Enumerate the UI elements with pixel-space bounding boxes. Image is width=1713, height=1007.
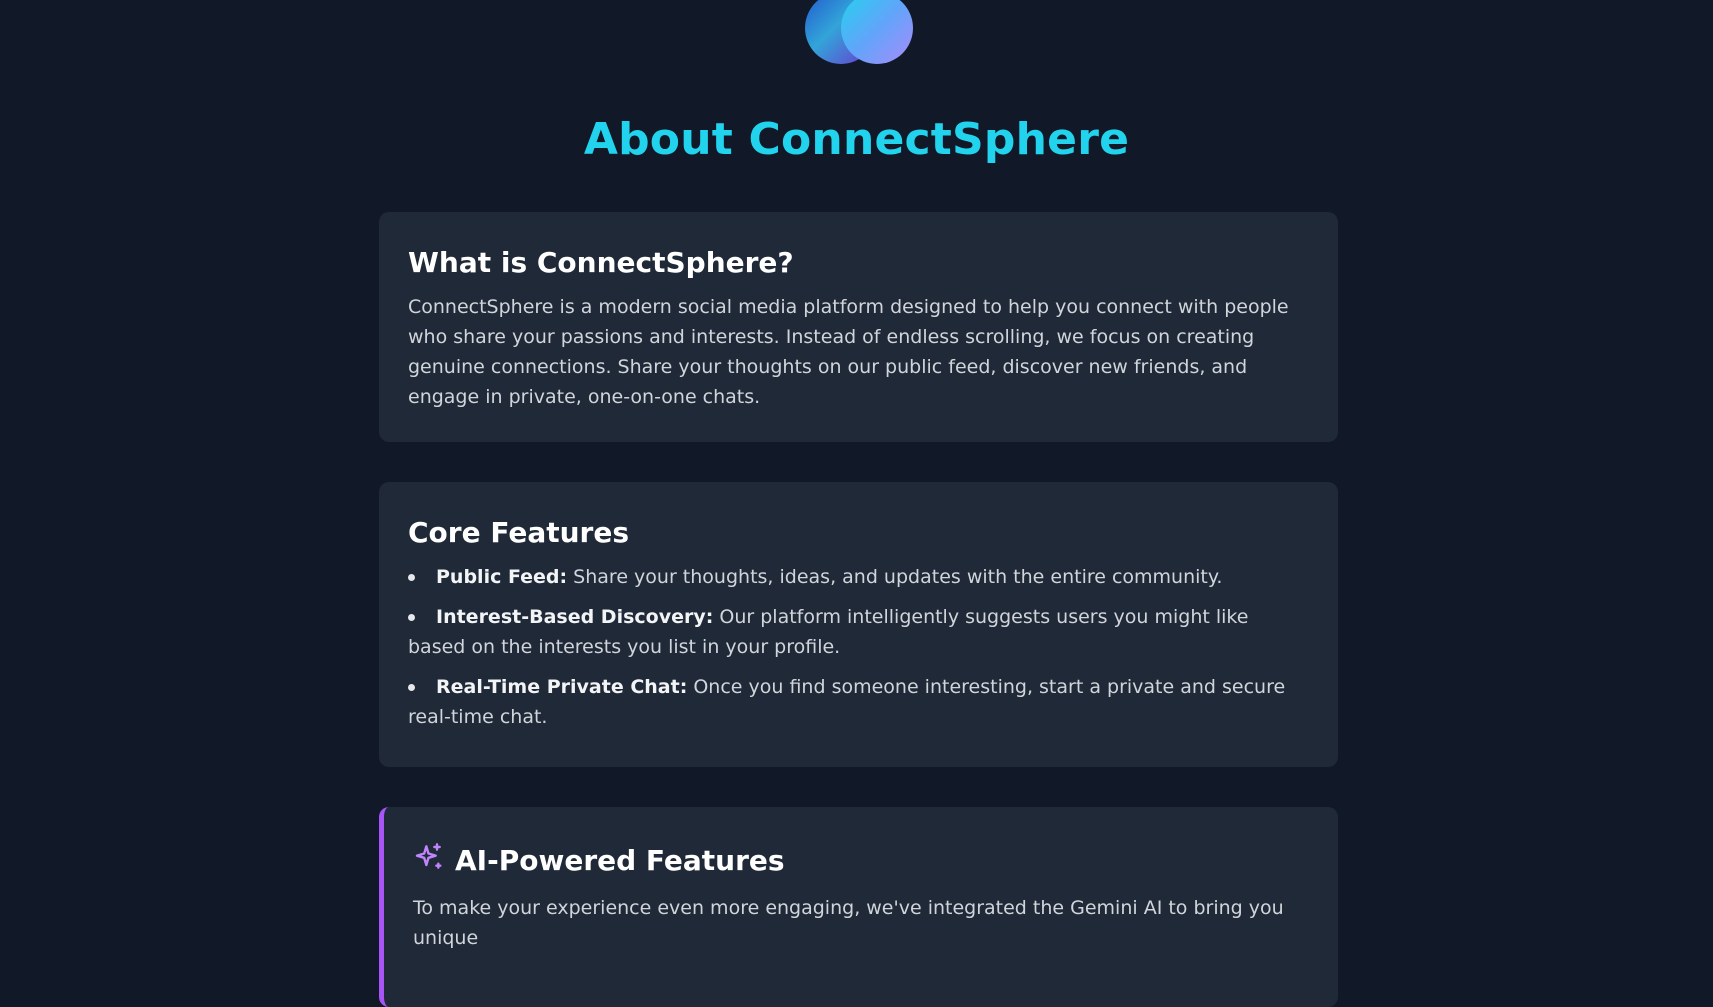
logo-circle-right (841, 0, 913, 64)
feature-item-public-feed: Public Feed: Share your thoughts, ideas,… (408, 562, 1309, 592)
feature-label: Public Feed: (436, 566, 568, 588)
ai-features-card: AI-Powered Features To make your experie… (379, 807, 1338, 1007)
sparkles-icon (413, 841, 445, 881)
what-is-card: What is ConnectSphere? ConnectSphere is … (379, 212, 1338, 442)
ai-features-title: AI-Powered Features (413, 841, 1309, 881)
feature-label: Interest-Based Discovery: (436, 606, 714, 628)
feature-label: Real-Time Private Chat: (436, 676, 688, 698)
feature-item-private-chat: Real-Time Private Chat: Once you find so… (408, 672, 1309, 732)
feature-item-interest-discovery: Interest-Based Discovery: Our platform i… (408, 602, 1309, 662)
feature-text: Share your thoughts, ideas, and updates … (567, 566, 1223, 588)
core-features-card: Core Features Public Feed: Share your th… (379, 482, 1338, 767)
app-logo (805, 0, 913, 68)
core-features-list: Public Feed: Share your thoughts, ideas,… (408, 562, 1309, 732)
ai-features-description: To make your experience even more engagi… (413, 897, 1284, 949)
page-title: About ConnectSphere (583, 114, 1130, 165)
core-features-heading: Core Features (408, 516, 629, 549)
ai-features-heading: AI-Powered Features (455, 844, 785, 877)
what-is-description: ConnectSphere is a modern social media p… (408, 296, 1289, 408)
what-is-heading: What is ConnectSphere? (408, 246, 794, 279)
